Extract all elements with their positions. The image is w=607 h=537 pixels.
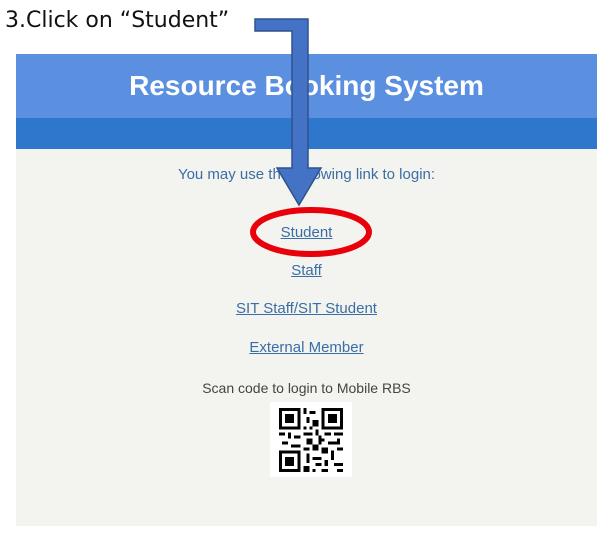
login-prompt: You may use the following link to login: [177,166,436,183]
student-link[interactable]: Student [16,224,597,241]
qr-code-container[interactable] [270,402,352,477]
login-panel: Resource Booking System You may use the … [16,54,597,526]
sit-staff-link[interactable]: SIT Staff [236,300,294,317]
staff-link[interactable]: Staff [16,262,597,279]
app-header: Resource Booking System [16,54,597,118]
app-title: Resource Booking System [129,70,484,101]
scan-instruction: Scan code to login to Mobile RBS [202,380,411,396]
instruction-text: 3.Click on “Student” [5,8,230,33]
external-member-link[interactable]: External Member [16,339,597,356]
qr-code-icon [279,408,343,472]
header-subbar [16,118,597,149]
sit-links-row: SIT Staff/SIT Student [16,300,597,317]
sit-student-link[interactable]: SIT Student [298,300,377,317]
